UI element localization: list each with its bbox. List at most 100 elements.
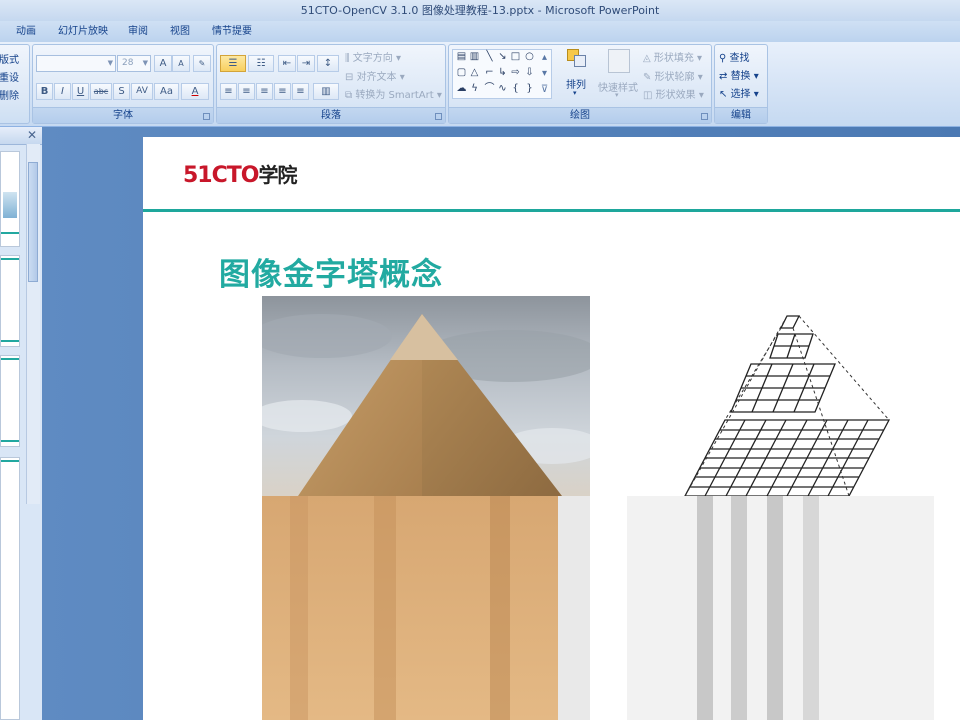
font-name-combo[interactable]: ▼ — [36, 55, 116, 72]
slide-canvas[interactable]: 51CTO学院 图像金字塔概念 — [143, 137, 960, 720]
curve-shape-icon[interactable]: ∿ — [496, 83, 509, 95]
layout-button[interactable]: 版式 — [0, 51, 19, 66]
vertical-textbox-shape-icon[interactable]: ▥ — [468, 51, 481, 63]
select-button[interactable]: ↖ 选择 ▾ — [719, 85, 759, 100]
text-direction-icon: ⫼ — [345, 53, 353, 64]
grow-font-button[interactable]: A — [154, 55, 172, 72]
line-spacing-icon: ↕ — [323, 58, 333, 69]
decrease-indent-button[interactable]: ⇤ — [278, 55, 296, 72]
font-size-value: 28 — [122, 58, 134, 68]
find-button[interactable]: ⚲ 查找 — [719, 49, 750, 64]
numbering-button[interactable]: ☷ — [248, 55, 274, 72]
tab-storyboarding[interactable]: 情节提要 — [212, 21, 252, 42]
underline-label: U — [76, 86, 85, 97]
find-label: 查找 — [729, 53, 750, 64]
increase-indent-button[interactable]: ⇥ — [297, 55, 315, 72]
line-shape-icon[interactable]: ╲ — [483, 51, 496, 63]
text-direction-button[interactable]: ⫼ 文字方向 ▾ — [345, 49, 401, 64]
select-label: 选择 — [730, 89, 751, 100]
slides-pane-scrollbar[interactable] — [26, 144, 40, 504]
slide-thumbnail[interactable] — [0, 151, 20, 247]
arrow-line-shape-icon[interactable]: ↘ — [496, 51, 509, 63]
chevron-down-icon: ▾ — [615, 91, 619, 99]
italic-button[interactable]: I — [54, 83, 71, 100]
tab-view[interactable]: 视图 — [170, 21, 190, 42]
dialog-launcher-icon[interactable] — [435, 113, 442, 120]
oval-shape-icon[interactable]: ○ — [523, 51, 536, 63]
outdent-icon: ⇤ — [282, 58, 292, 69]
rectangle-shape-icon[interactable]: □ — [509, 51, 522, 63]
justify-button[interactable]: ≡ — [274, 83, 291, 100]
align-center-button[interactable]: ≡ — [238, 83, 255, 100]
elbow-arrow-shape-icon[interactable]: ↳ — [496, 67, 509, 79]
cloud-shape-icon[interactable]: ☁ — [455, 83, 468, 95]
pen-icon: ✎ — [643, 72, 655, 83]
arc-shape-icon[interactable]: ⌒ — [483, 83, 496, 95]
align-left-icon: ≡ — [224, 86, 233, 97]
align-right-icon: ≡ — [260, 86, 269, 97]
pyramid-diagram[interactable] — [627, 296, 934, 720]
scrollbar-thumb[interactable] — [28, 162, 38, 282]
lightning-shape-icon[interactable]: ϟ — [468, 83, 481, 95]
right-arrow-shape-icon[interactable]: ⇨ — [509, 67, 522, 79]
reset-button[interactable]: 重设 — [0, 69, 19, 84]
bold-button[interactable]: B — [36, 83, 53, 100]
textbox-shape-icon[interactable]: ▤ — [455, 51, 468, 63]
columns-button[interactable]: ▥ — [313, 83, 339, 100]
convert-smartart-label: 转换为 SmartArt — [355, 90, 434, 101]
tab-animations[interactable]: 动画 — [16, 21, 36, 42]
dialog-launcher-icon[interactable] — [203, 113, 210, 120]
slide-thumbnail[interactable] — [0, 255, 20, 347]
dialog-launcher-icon[interactable] — [701, 113, 708, 120]
char-spacing-button[interactable]: AV — [131, 83, 153, 100]
shape-effects-button[interactable]: ◫ 形状效果 ▾ — [643, 86, 704, 101]
align-left-button[interactable]: ≡ — [220, 83, 237, 100]
strike-label: abc — [93, 87, 109, 96]
brace-shape-icon[interactable]: { — [509, 83, 522, 95]
replace-button[interactable]: ⇄ 替换 ▾ — [719, 67, 759, 82]
shapes-gallery[interactable]: ▤ ▥ ╲ ↘ □ ○ ▢ △ ⌐ ↳ ⇨ ⇩ ☁ ϟ ⌒ ∿ { } ▴ ▾ … — [452, 49, 552, 99]
slide-thumbnail[interactable] — [0, 355, 20, 447]
down-arrow-shape-icon[interactable]: ⇩ — [523, 67, 536, 79]
chevron-down-icon: ▾ — [433, 90, 442, 101]
convert-smartart-button[interactable]: ⧉ 转换为 SmartArt ▾ — [345, 86, 442, 101]
slide-thumbnail[interactable] — [0, 457, 20, 720]
font-size-combo[interactable]: 28 ▼ — [117, 55, 151, 72]
pyramid-photo[interactable] — [262, 296, 590, 720]
elbow-connector-shape-icon[interactable]: ⌐ — [483, 67, 496, 79]
close-icon[interactable]: ✕ — [27, 128, 37, 142]
rounded-rect-shape-icon[interactable]: ▢ — [455, 67, 468, 79]
shadow-button[interactable]: S — [113, 83, 130, 100]
shape-fill-button[interactable]: ◬ 形状填充 ▾ — [643, 49, 702, 64]
font-group-label: 字体 — [33, 107, 213, 123]
drawing-group-title: 绘图 — [570, 110, 590, 121]
shape-fill-label: 形状填充 — [653, 53, 694, 64]
triangle-shape-icon[interactable]: △ — [468, 67, 481, 79]
arrange-button[interactable]: 排列 ▾ — [561, 49, 591, 101]
font-color-button[interactable]: A — [181, 83, 209, 100]
gallery-more-icon[interactable]: ⊽ — [538, 84, 551, 96]
line-spacing-button[interactable]: ↕ — [317, 55, 339, 72]
gallery-scroll-up-icon[interactable]: ▴ — [538, 52, 551, 64]
editing-group-label: 编辑 — [715, 107, 767, 123]
columns-icon: ▥ — [321, 86, 331, 97]
gallery-scroll-down-icon[interactable]: ▾ — [538, 68, 551, 80]
shrink-font-button[interactable]: A — [172, 55, 190, 72]
tab-review[interactable]: 审阅 — [128, 21, 148, 42]
delete-slide-button[interactable]: 删除 — [0, 87, 19, 102]
shape-outline-button[interactable]: ✎ 形状轮廓 ▾ — [643, 68, 703, 83]
align-text-button[interactable]: ⊟ 对齐文本 ▾ — [345, 68, 405, 83]
strikethrough-button[interactable]: abc — [90, 83, 112, 100]
brace-right-shape-icon[interactable]: } — [523, 83, 536, 95]
logo-text: 学院 — [258, 163, 297, 187]
quick-styles-button[interactable]: 快速样式 ▾ — [595, 49, 641, 101]
change-case-button[interactable]: Aa — [154, 83, 179, 100]
justify-icon: ≡ — [278, 86, 287, 97]
clear-format-button[interactable]: ✎ — [193, 55, 211, 72]
slide-title[interactable]: 图像金字塔概念 — [219, 249, 443, 294]
underline-button[interactable]: U — [72, 83, 89, 100]
align-right-button[interactable]: ≡ — [256, 83, 273, 100]
distributed-button[interactable]: ≡ — [292, 83, 309, 100]
bullets-button[interactable]: ☰ — [220, 55, 246, 72]
tab-slide-show[interactable]: 幻灯片放映 — [58, 21, 108, 42]
